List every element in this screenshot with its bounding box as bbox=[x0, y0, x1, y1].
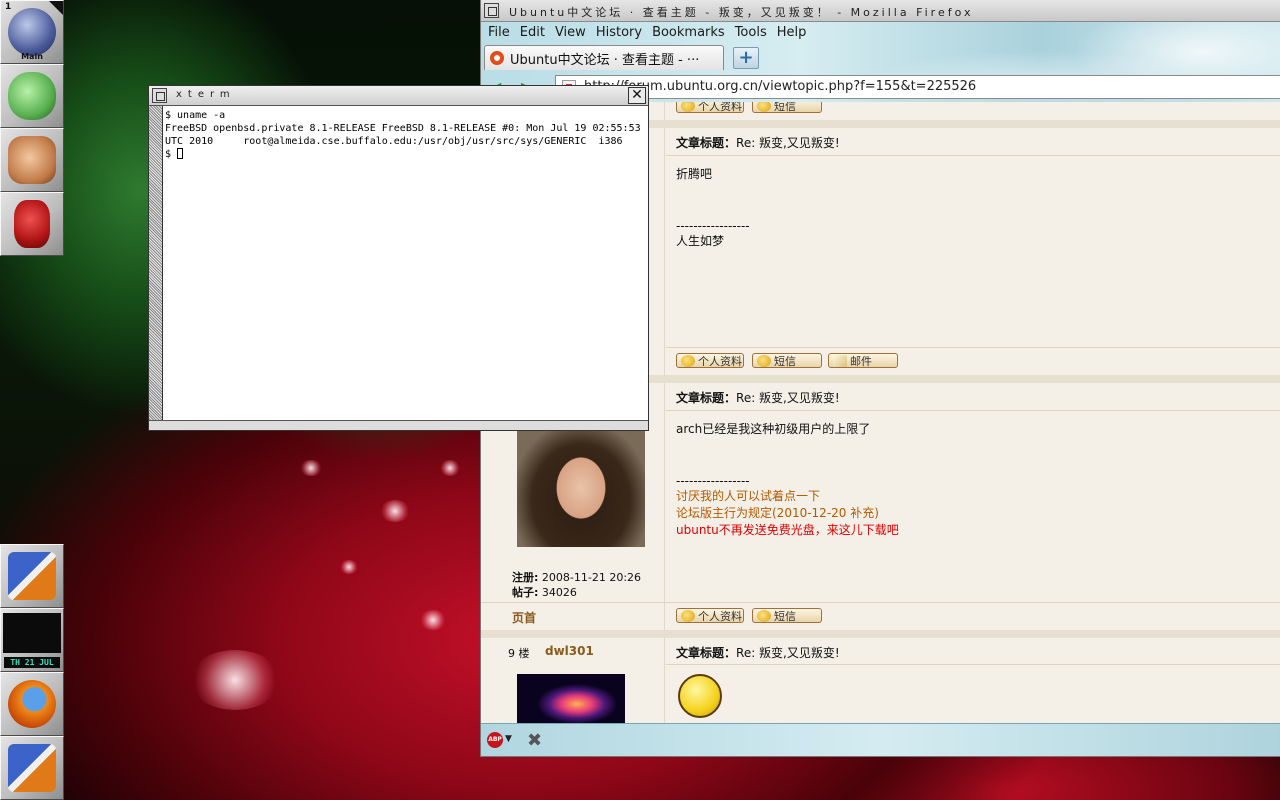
profile-icon bbox=[681, 609, 695, 622]
clock-date: TH 21 JUL bbox=[4, 657, 60, 668]
email-button[interactable]: 邮件 bbox=[828, 353, 898, 368]
username-link[interactable]: dwl301 bbox=[545, 644, 594, 658]
adblock-icon[interactable]: ABP bbox=[487, 732, 503, 748]
dock-app-hand[interactable] bbox=[0, 128, 64, 192]
tab-label: Ubuntu中文论坛 · 查看主题 - ··· bbox=[510, 52, 700, 68]
terminal-line: $ uname -a bbox=[165, 110, 226, 121]
url-bar[interactable]: http://forum.ubuntu.org.cn/viewtopic.php… bbox=[555, 75, 1280, 99]
terminal-output[interactable]: $ uname -a FreeBSD openbsd.private 8.1-RE… bbox=[165, 109, 644, 161]
back-to-top-link[interactable]: 页首 bbox=[512, 609, 536, 626]
pm-icon bbox=[757, 102, 771, 112]
signature-line: 人生如梦 bbox=[676, 234, 725, 248]
pm-icon bbox=[757, 609, 771, 622]
pm-button[interactable]: 短信 bbox=[752, 608, 822, 623]
dock-app-brain[interactable] bbox=[0, 64, 64, 128]
dock-app-bsd-daemon[interactable] bbox=[0, 192, 64, 256]
profile-icon bbox=[681, 102, 695, 112]
post-body: arch已经是我这种初级用户的上限了 bbox=[676, 422, 871, 436]
signature-divider: ----------------- bbox=[676, 219, 750, 233]
menu-view[interactable]: View bbox=[552, 22, 593, 44]
gnustep-logo-icon bbox=[8, 8, 56, 56]
menu-file[interactable]: File bbox=[485, 22, 517, 44]
firefox-title: Ubuntu中文论坛 · 查看主题 - 叛变，又见叛变！ - Mozilla F… bbox=[509, 6, 974, 19]
xterm-titlebar[interactable]: xterm ✕ bbox=[149, 86, 648, 106]
windowmaker-icon bbox=[8, 552, 56, 600]
tab-strip: Ubuntu中文论坛 · 查看主题 - ··· + bbox=[481, 45, 1280, 71]
workspace-number: 1 bbox=[5, 2, 12, 12]
status-bar: ABP ▼ ✖ bbox=[481, 723, 1280, 756]
mail-icon bbox=[833, 354, 847, 367]
menu-edit[interactable]: Edit bbox=[517, 22, 552, 44]
xterm-window: xterm ✕ $ uname -a FreeBSD openbsd.privat… bbox=[148, 85, 649, 431]
terminal-prompt: $ bbox=[165, 149, 178, 160]
profile-button[interactable]: 个人资料 bbox=[676, 102, 744, 113]
plus-icon: + bbox=[738, 47, 754, 68]
chevron-down-icon[interactable]: ▼ bbox=[505, 734, 512, 744]
register-date: 注册: 2008-11-21 20:26 bbox=[512, 571, 642, 584]
avatar bbox=[517, 674, 625, 723]
signature-divider: ----------------- bbox=[676, 474, 750, 488]
post-title: 文章标题：Re: 叛变,又见叛变! bbox=[676, 136, 840, 150]
signature-link-ubuntu-cd[interactable]: ubuntu不再发送免费光盘，来这儿下载吧 bbox=[676, 521, 899, 538]
cursor-icon bbox=[177, 148, 184, 159]
post-divider bbox=[666, 347, 1280, 348]
tab-ubuntu-forum[interactable]: Ubuntu中文论坛 · 查看主题 - ··· bbox=[484, 45, 724, 70]
brain-icon bbox=[8, 72, 56, 120]
bsd-daemon-icon bbox=[14, 200, 50, 248]
menubar: File Edit View History Bookmarks Tools H… bbox=[481, 22, 813, 44]
clock-icon bbox=[3, 613, 61, 653]
dizzy-emoticon-icon bbox=[678, 674, 722, 718]
terminal-line: UTC 2010 root@almeida.cse.buffalo.edu:/u… bbox=[165, 136, 623, 147]
post-divider bbox=[481, 602, 1280, 603]
menu-tools[interactable]: Tools bbox=[732, 22, 774, 44]
windowmaker-icon bbox=[8, 744, 56, 792]
post-divider bbox=[666, 155, 1280, 156]
window-menu-icon[interactable] bbox=[484, 3, 499, 18]
post-title: 文章标题：Re: 叛变,又见叛变! bbox=[676, 391, 840, 405]
new-tab-button[interactable]: + bbox=[733, 47, 759, 69]
workspace-switcher[interactable]: 1 Main bbox=[0, 0, 64, 64]
post-title: 文章标题：Re: 叛变,又见叛变! bbox=[676, 646, 840, 660]
firefox-titlebar[interactable]: Ubuntu中文论坛 · 查看主题 - 叛变，又见叛变！ - Mozilla F… bbox=[481, 0, 1280, 22]
post-body: 折腾吧 bbox=[676, 167, 713, 181]
close-icon[interactable]: ✕ bbox=[628, 87, 646, 104]
profile-button[interactable]: 个人资料 bbox=[676, 608, 744, 623]
post-count: 帖子: 34026 bbox=[512, 586, 577, 599]
tools-icon[interactable]: ✖ bbox=[527, 730, 542, 751]
pm-button[interactable]: 短信 bbox=[752, 353, 822, 368]
terminal-line: FreeBSD openbsd.private 8.1-RELEASE Free… bbox=[165, 123, 641, 134]
pm-icon bbox=[757, 354, 771, 367]
window-menu-icon[interactable] bbox=[152, 88, 167, 103]
profile-icon bbox=[681, 354, 695, 367]
workspace-name: Main bbox=[21, 52, 43, 61]
profile-button[interactable]: 个人资料 bbox=[676, 353, 744, 368]
xterm-bottom-border bbox=[149, 420, 648, 430]
dock-app-wmaker-2[interactable] bbox=[0, 736, 64, 800]
signature-link-hate[interactable]: 讨厌我的人可以试着点一下 bbox=[676, 487, 820, 504]
dock-app-wmaker-1[interactable] bbox=[0, 544, 64, 608]
signature-link-rules[interactable]: 论坛版主行为规定(2010-12-20 补充) bbox=[676, 504, 879, 521]
menu-help[interactable]: Help bbox=[774, 22, 814, 44]
ubuntu-favicon-icon bbox=[490, 51, 504, 65]
workspace-corner bbox=[49, 1, 63, 15]
post-separator bbox=[481, 630, 1280, 638]
pm-button[interactable]: 短信 bbox=[752, 102, 822, 113]
menu-history[interactable]: History bbox=[593, 22, 649, 44]
xterm-title: xterm bbox=[176, 89, 236, 100]
scrollbar[interactable] bbox=[149, 106, 163, 422]
dock-app-firefox[interactable] bbox=[0, 672, 64, 736]
hand-icon bbox=[8, 136, 56, 184]
post-divider bbox=[666, 410, 1280, 411]
terminal-prompt-line: $ bbox=[165, 148, 644, 161]
post-divider bbox=[666, 664, 1280, 665]
firefox-icon bbox=[8, 680, 56, 728]
dock-clock[interactable]: TH 21 JUL bbox=[0, 608, 64, 672]
menu-bookmarks[interactable]: Bookmarks bbox=[649, 22, 732, 44]
avatar bbox=[517, 430, 645, 547]
floor-number: 9 楼 bbox=[508, 647, 530, 660]
